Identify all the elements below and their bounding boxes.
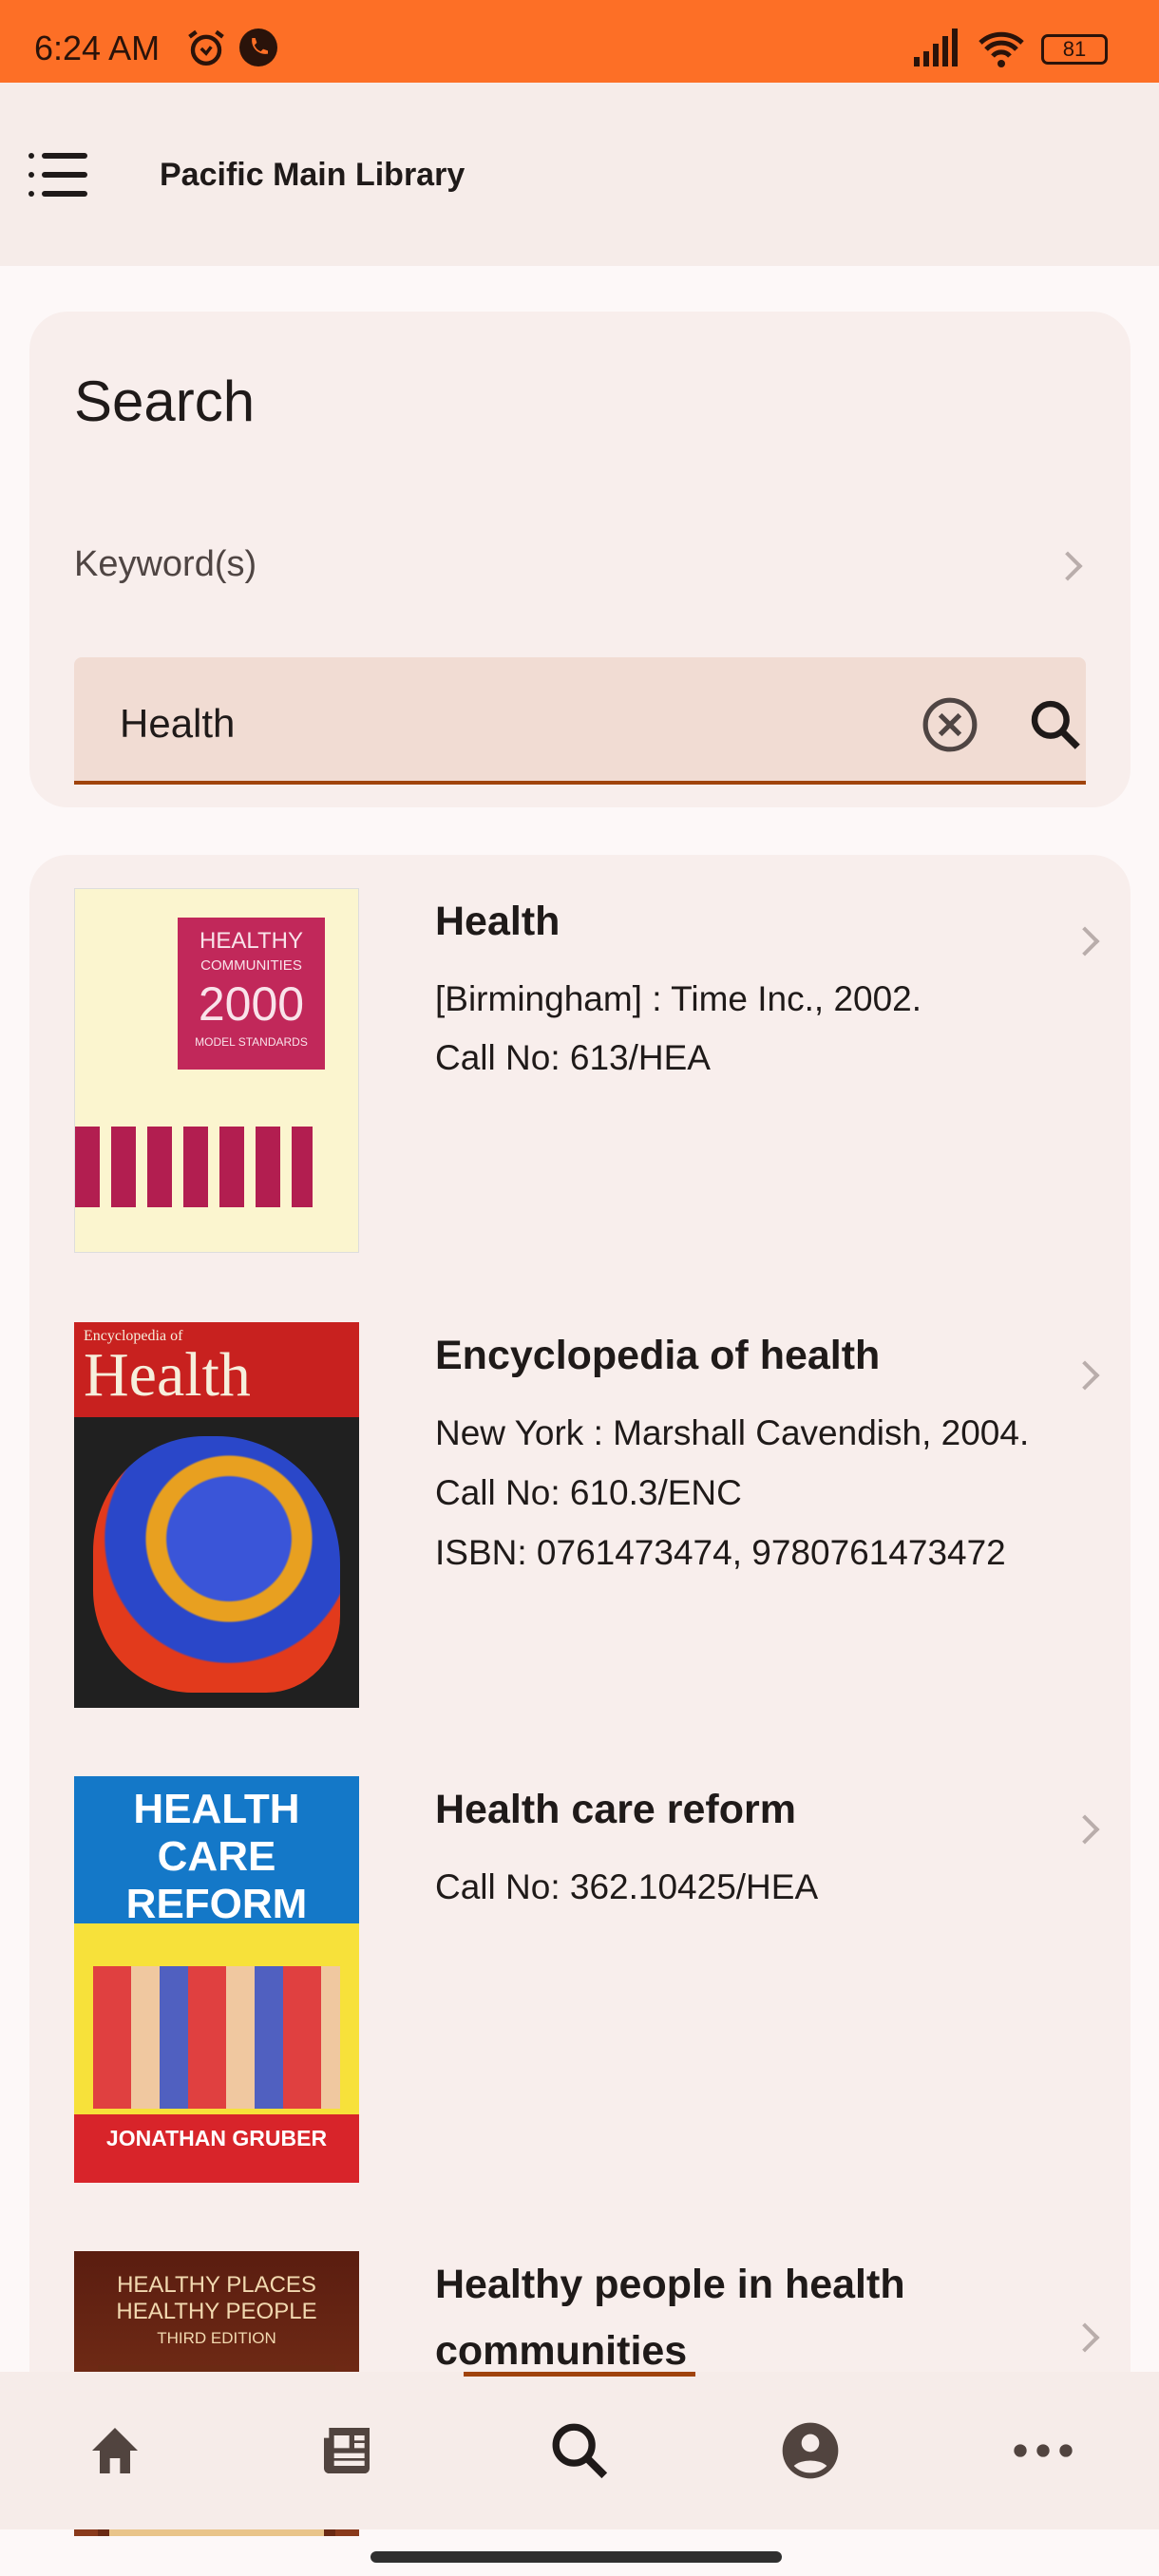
search-heading: Search [74, 369, 256, 433]
nav-home[interactable] [72, 2408, 158, 2493]
result-detail: Call No: 613/HEA [435, 1038, 711, 1077]
result-detail: Call No: 610.3/ENC [435, 1473, 742, 1512]
book-cover: Encyclopedia of Health [74, 1322, 359, 1708]
result-detail: ISBN: 0761473474, 9780761473472 [435, 1533, 1006, 1572]
results-list: HEALTHY COMMUNITIES 2000 MODEL STANDARDS… [29, 855, 1130, 2536]
cover-text: JONATHAN GRUBER [74, 2114, 359, 2183]
result-title[interactable]: Encyclopedia of health [435, 1322, 880, 1389]
nav-search[interactable] [537, 2408, 622, 2493]
nav-news[interactable] [304, 2408, 390, 2493]
book-cover: HEALTHY COMMUNITIES 2000 MODEL STANDARDS [74, 888, 359, 1253]
result-detail: Call No: 362.10425/HEA [435, 1867, 819, 1906]
book-cover: HEALTH CARE REFORM JONATHAN GRUBER [74, 1776, 359, 2183]
cover-text: HEALTHY PLACES [117, 2272, 316, 2298]
news-icon [324, 2428, 370, 2473]
nav-more[interactable] [1000, 2408, 1086, 2493]
status-time: 6:24 AM [34, 28, 161, 67]
account-icon [782, 2422, 839, 2479]
app-title: Pacific Main Library [160, 157, 466, 193]
list-item[interactable]: HEALTH CARE REFORM JONATHAN GRUBER Healt… [74, 1776, 1119, 2183]
chevron-right-icon[interactable] [1053, 551, 1083, 581]
chevron-right-icon[interactable] [1070, 1814, 1100, 1845]
alarm-icon [188, 29, 224, 66]
call-icon [239, 28, 277, 66]
cover-text: 2000 [198, 977, 305, 1031]
search-input[interactable]: Health [74, 657, 1086, 785]
app-bar: Pacific Main Library [0, 83, 1159, 266]
search-input-value[interactable]: Health [120, 701, 235, 747]
search-icon[interactable] [1026, 695, 1085, 754]
cover-text: Health [84, 1340, 251, 1410]
menu-list-icon[interactable] [28, 151, 91, 199]
more-icon [1014, 2444, 1073, 2457]
battery-icon: 81 [1041, 34, 1108, 65]
search-icon [552, 2423, 608, 2479]
clear-icon[interactable] [921, 695, 979, 754]
result-detail: New York : Marshall Cavendish, 2004. [435, 1413, 1030, 1452]
cover-text: THIRD EDITION [157, 2329, 276, 2347]
result-detail: [Birmingham] : Time Inc., 2002. [435, 979, 922, 1018]
active-tab-indicator [464, 2372, 695, 2377]
search-card: Search Keyword(s) Health [29, 312, 1130, 807]
cover-text: COMMUNITIES [200, 957, 302, 974]
cover-text: HEALTHY [200, 928, 303, 954]
chevron-right-icon[interactable] [1070, 926, 1100, 957]
cover-text: REFORM [125, 1881, 308, 1927]
result-title[interactable]: Healthy people in health communities [435, 2251, 1005, 2384]
bottom-nav [0, 2372, 1159, 2529]
result-title[interactable]: Health care reform [435, 1776, 796, 1843]
keyword-label[interactable]: Keyword(s) [74, 544, 256, 585]
nav-account[interactable] [768, 2408, 853, 2493]
result-title[interactable]: Health [435, 888, 560, 955]
cover-text: HEALTHY PEOPLE [116, 2299, 317, 2324]
list-item[interactable]: Encyclopedia of Health Encyclopedia of h… [74, 1322, 1119, 1708]
status-bar: 6:24 AM 81 [0, 0, 1159, 83]
cover-text: HEALTH [133, 1786, 300, 1832]
cover-text: MODEL STANDARDS [195, 1035, 308, 1049]
list-item[interactable]: HEALTHY COMMUNITIES 2000 MODEL STANDARDS… [74, 888, 1119, 1253]
home-gesture-bar[interactable] [370, 2551, 782, 2563]
home-icon [92, 2428, 138, 2473]
battery-level: 81 [1062, 37, 1087, 61]
signal-icon [914, 28, 958, 66]
cover-text: CARE [157, 1833, 276, 1880]
chevron-right-icon[interactable] [1070, 2322, 1100, 2353]
wifi-icon [978, 31, 1024, 67]
chevron-right-icon[interactable] [1070, 1360, 1100, 1391]
